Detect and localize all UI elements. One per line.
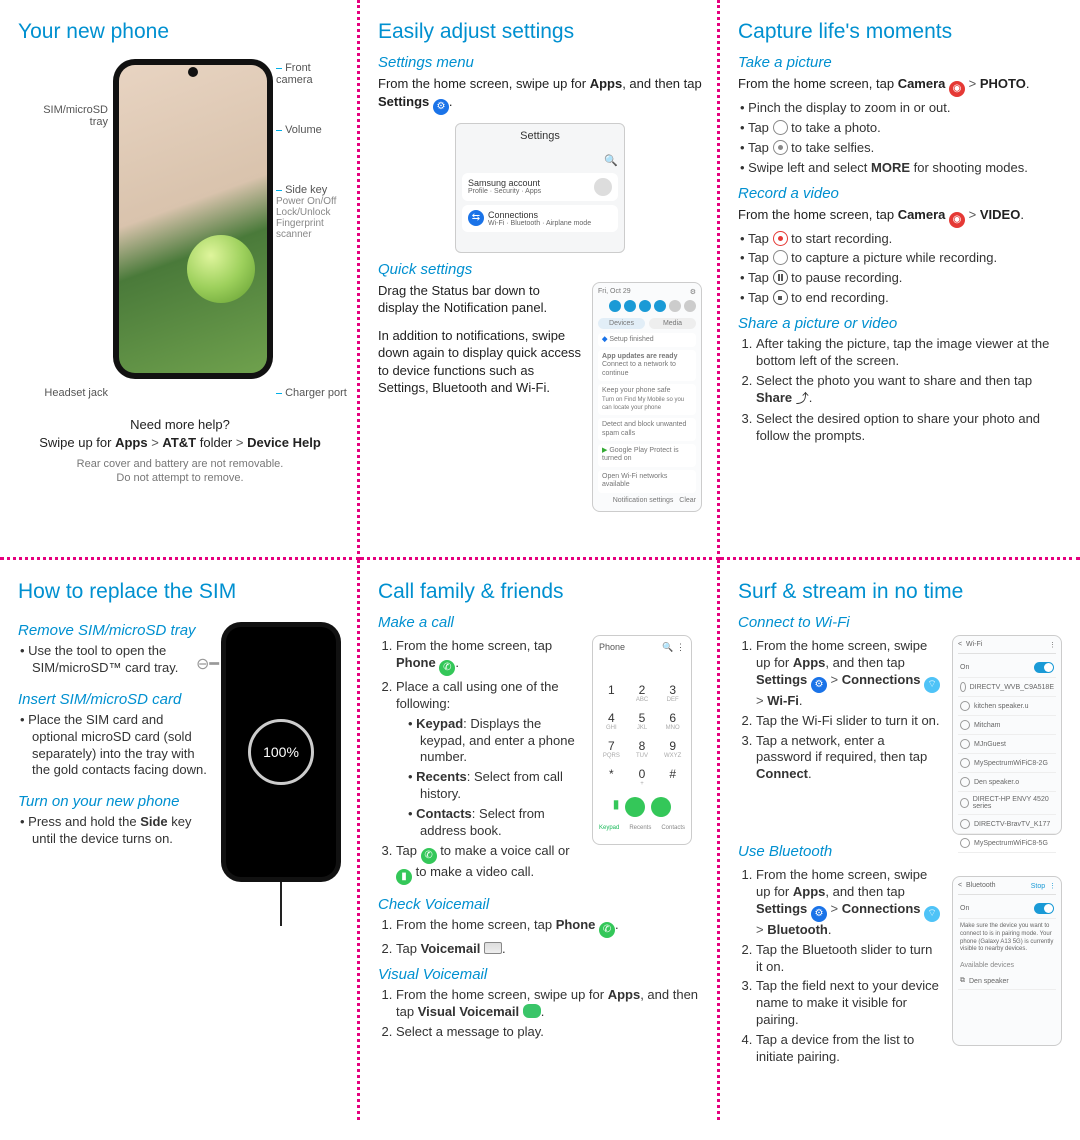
gear-icon: ⚙ <box>690 288 696 296</box>
shot-connections-row: ⇆ConnectionsWi-Fi · Bluetooth · Airplane… <box>462 205 618 232</box>
wifi-steps: From the home screen, swipe up for Apps,… <box>738 638 942 783</box>
wifi-toggle-icon <box>1034 662 1054 673</box>
caution-1: Rear cover and battery are not removable… <box>18 457 342 471</box>
cable-illustration <box>280 882 282 926</box>
keypad-screenshot: Phone🔍 ⋮ 12ABC3DEF 4GHI5JKL6MNO 7PQRS8TU… <box>592 635 692 845</box>
subhead-insert-sim: Insert SIM/microSD card <box>18 691 208 708</box>
title-call: Call family & friends <box>378 580 702 604</box>
bt-toggle-icon <box>1034 903 1054 914</box>
record-icon <box>773 231 788 246</box>
shot-title: Settings <box>462 130 618 142</box>
help-block: Need more help? Swipe up for Apps > AT&T… <box>18 416 342 486</box>
connections-wifi-icon: ⌔ <box>924 677 940 693</box>
bt-steps: From the home screen, swipe up for Apps,… <box>738 867 942 1066</box>
check-vm-steps: From the home screen, tap Phone ✆. Tap V… <box>378 917 702 958</box>
turn-on-bullet: Press and hold the Side key until the de… <box>32 814 208 848</box>
record-bullets: Tap to start recording. Tap to capture a… <box>738 231 1062 308</box>
stop-icon <box>773 290 788 305</box>
make-call-steps: From the home screen, tap Phone ✆. Place… <box>378 638 582 885</box>
voicemail-icon <box>484 942 502 954</box>
snapshot-icon <box>773 250 788 265</box>
voice-call-icon: ✆ <box>421 848 437 864</box>
panel-your-new-phone: Your new phone Front camera SIM/microSD … <box>0 0 360 560</box>
subhead-quick: Quick settings <box>378 261 702 278</box>
connections-icon: ⇆ <box>468 210 484 226</box>
need-help-text: Need more help? <box>18 416 342 434</box>
shot-samsung-row: Samsung accountProfile · Security · Apps <box>462 173 618 201</box>
wifi-screenshot: < Wi-Fi⋮ On DIRECTV_WVB_C9A518E kitchen … <box>952 635 1062 835</box>
caution-2: Do not attempt to remove. <box>18 471 342 485</box>
camera-icon: ◉ <box>949 81 965 97</box>
take-bullets: Pinch the display to zoom in or out. Tap… <box>738 100 1062 177</box>
label-headset: Headset jack <box>44 387 108 399</box>
quick-p2: In addition to notifications, swipe down… <box>378 327 582 397</box>
phone-illustration <box>113 59 273 379</box>
battery-percent: 100% <box>248 719 314 785</box>
share-icon: ⤴ <box>796 391 809 408</box>
panel-capture: Capture life's moments Take a picture Fr… <box>720 0 1080 560</box>
pause-icon <box>773 270 788 285</box>
settings-menu-text: From the home screen, swipe up for Apps,… <box>378 75 702 115</box>
phone-diagram: Front camera SIM/microSD tray Volume Sid… <box>18 54 348 404</box>
panel-call: Call family & friends Make a call From t… <box>360 560 720 1120</box>
phone-icon: ✆ <box>599 922 615 938</box>
subhead-share: Share a picture or video <box>738 315 1062 332</box>
visual-voicemail-icon <box>523 1004 541 1018</box>
label-charger: Charger port <box>276 387 347 399</box>
shutter-icon <box>773 120 788 135</box>
record-intro: From the home screen, tap Camera ◉ > VID… <box>738 206 1062 228</box>
panel-adjust-settings: Easily adjust settings Settings menu Fro… <box>360 0 720 560</box>
label-front-camera: Front camera <box>276 62 348 86</box>
camera-icon: ◉ <box>949 212 965 228</box>
shot-search-icon: 🔍 <box>462 154 618 167</box>
charging-phone-illustration: 100% <box>221 622 341 882</box>
label-side-key: Side keyPower On/Off Lock/Unlock Fingerp… <box>276 184 348 240</box>
title-sim: How to replace the SIM <box>18 580 342 604</box>
subhead-take: Take a picture <box>738 54 1062 71</box>
label-sim-tray: SIM/microSD tray <box>43 104 108 128</box>
title-capture: Capture life's moments <box>738 20 1062 44</box>
settings-gear-icon: ⚙ <box>811 906 827 922</box>
sim-eject-tool-icon: ⊖━ <box>196 654 219 674</box>
help-path: Swipe up for Apps > AT&T folder > Device… <box>18 434 342 452</box>
bluetooth-screenshot: < BluetoothStop ⋮ On Make sure the devic… <box>952 876 1062 1046</box>
avatar-icon <box>594 178 612 196</box>
title-new-phone: Your new phone <box>18 20 342 44</box>
quick-p1: Drag the Status bar down to display the … <box>378 282 582 317</box>
subhead-turn-on: Turn on your new phone <box>18 793 208 810</box>
phone-icon: ✆ <box>439 660 455 676</box>
subhead-vvm: Visual Voicemail <box>378 966 702 983</box>
subhead-make-call: Make a call <box>378 614 702 631</box>
video-call-icon: ▮ <box>396 869 412 885</box>
subhead-check-vm: Check Voicemail <box>378 896 702 913</box>
vvm-steps: From the home screen, swipe up for Apps,… <box>378 987 702 1041</box>
insert-bullet: Place the SIM card and optional microSD … <box>32 712 208 780</box>
settings-gear-icon: ⚙ <box>433 99 449 115</box>
notification-panel-screenshot: Fri, Oct 29⚙ DevicesMedia ◆ Setup finish… <box>592 282 702 512</box>
settings-gear-icon: ⚙ <box>811 677 827 693</box>
title-surf: Surf & stream in no time <box>738 580 1062 604</box>
subhead-settings-menu: Settings menu <box>378 54 702 71</box>
share-steps: After taking the picture, tap the image … <box>738 336 1062 444</box>
connections-bt-icon: ⌔ <box>924 906 940 922</box>
panel-surf: Surf & stream in no time Connect to Wi-F… <box>720 560 1080 1120</box>
subhead-wifi: Connect to Wi-Fi <box>738 614 1062 631</box>
title-adjust: Easily adjust settings <box>378 20 702 44</box>
panel-replace-sim: How to replace the SIM Remove SIM/microS… <box>0 560 360 1120</box>
remove-bullet: Use the tool to open the SIM/microSD™ ca… <box>32 643 208 677</box>
settings-screenshot: Settings 🔍 Samsung accountProfile · Secu… <box>455 123 625 253</box>
take-intro: From the home screen, tap Camera ◉ > PHO… <box>738 75 1062 97</box>
label-volume: Volume <box>276 124 322 136</box>
subhead-remove-sim: Remove SIM/microSD tray <box>18 622 208 639</box>
selfie-switch-icon <box>773 140 788 155</box>
subhead-record: Record a video <box>738 185 1062 202</box>
